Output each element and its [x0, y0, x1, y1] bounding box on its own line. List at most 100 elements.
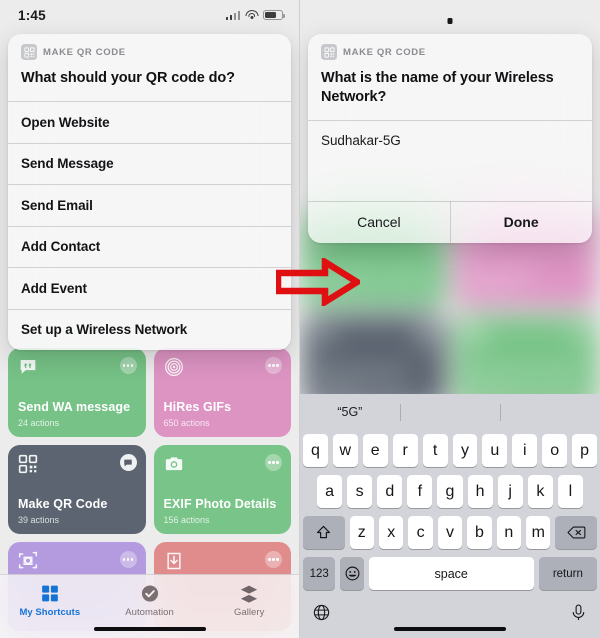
numbers-key[interactable]: 123	[303, 557, 336, 590]
tile-title: Send WA message	[18, 400, 131, 414]
key-o[interactable]: o	[542, 434, 568, 467]
tile-action-count: 24 actions	[18, 418, 60, 428]
tab-label: Gallery	[233, 607, 265, 618]
key-a[interactable]: a	[317, 475, 343, 508]
key-t[interactable]: t	[422, 434, 448, 467]
cancel-button[interactable]: Cancel	[308, 201, 450, 243]
tab-gallery[interactable]: Gallery	[199, 583, 299, 618]
tile-top-row	[18, 357, 137, 377]
key-y[interactable]: y	[452, 434, 478, 467]
dual-phone-screenshot: Send WA message 24 actions HiRes GIFs 650 a…	[0, 0, 600, 638]
keyboard-bottom-bar	[300, 598, 600, 638]
key-s[interactable]: s	[347, 475, 373, 508]
qr-code-icon	[313, 324, 334, 345]
space-key[interactable]: space	[368, 557, 534, 590]
more-dots-icon[interactable]	[265, 454, 282, 471]
grid-squares-icon	[39, 583, 61, 604]
action-sheet-header: MAKE QR CODE What should your QR code do…	[8, 34, 291, 101]
letter-keys-row-3: zxcvbnm	[349, 516, 551, 549]
shortcut-tile[interactable]: Make QR Code 39 actions	[8, 445, 146, 534]
action-option-add-event[interactable]: Add Event	[8, 268, 291, 309]
keyboard-row-1: qwertyuiop	[302, 434, 598, 467]
key-x[interactable]: x	[379, 516, 404, 549]
key-b[interactable]: b	[467, 516, 492, 549]
tile-top-row	[18, 551, 137, 571]
tile-action-count: 650 actions	[464, 286, 513, 298]
prediction-bar: “5G”	[300, 394, 600, 430]
shortcut-tile[interactable]: EXIF Photo Details 156 actions	[153, 445, 291, 534]
key-k[interactable]: k	[527, 475, 553, 508]
return-key[interactable]: return	[538, 557, 597, 590]
key-z[interactable]: z	[349, 516, 374, 549]
chat-badge-icon[interactable]	[119, 454, 137, 471]
microphone-icon[interactable]	[569, 603, 588, 627]
check-circle-icon	[139, 583, 161, 604]
network-name-input[interactable]: Sudhakar-5G	[308, 121, 592, 201]
qr-code-icon	[18, 454, 38, 474]
tab-automation[interactable]: Automation	[100, 583, 200, 618]
shift-key[interactable]	[303, 516, 345, 549]
camera-icon	[164, 454, 184, 474]
shortcut-tile[interactable]: HiRes GIFs 650 actions	[153, 348, 291, 437]
battery-icon	[263, 10, 285, 20]
tile-title: EXIF Photo Details	[163, 497, 277, 511]
keyboard-row-2: asdfghjkl	[303, 475, 597, 508]
tile-top-row	[164, 551, 282, 571]
more-dots-icon[interactable]	[119, 551, 137, 568]
app-name-label: MAKE QR CODE	[43, 46, 126, 58]
action-sheet-question: What should your QR code do?	[21, 70, 235, 86]
tab-my-shortcuts[interactable]: My Shortcuts	[0, 583, 100, 618]
key-j[interactable]: j	[497, 475, 523, 508]
app-name-label: MAKE QR CODE	[343, 46, 426, 58]
key-c[interactable]: c	[408, 516, 433, 549]
red-right-arrow-annotation	[276, 258, 360, 306]
action-option-send-message[interactable]: Send Message	[8, 143, 291, 184]
key-f[interactable]: f	[407, 475, 433, 508]
key-q[interactable]: q	[302, 434, 328, 467]
action-option-open-website[interactable]: Open Website	[8, 102, 291, 143]
action-option-send-email[interactable]: Send Email	[8, 185, 291, 226]
delete-key[interactable]	[555, 516, 597, 549]
cellular-signal-icon	[225, 10, 240, 20]
qr-code-icon	[21, 44, 37, 60]
download-icon	[164, 551, 184, 571]
globe-icon[interactable]	[312, 603, 331, 627]
key-r[interactable]: r	[392, 434, 418, 467]
key-u[interactable]: u	[482, 434, 508, 467]
more-dots-icon[interactable]	[265, 357, 282, 374]
done-button[interactable]: Done	[450, 201, 592, 243]
tile-top-row	[164, 357, 282, 377]
more-dots-icon[interactable]	[570, 324, 589, 342]
app-row: MAKE QR CODE	[21, 44, 278, 60]
key-d[interactable]: d	[377, 475, 403, 508]
key-h[interactable]: h	[467, 475, 493, 508]
status-bar: 1:45	[0, 0, 299, 30]
tab-label: Automation	[125, 607, 174, 618]
chat-badge-icon[interactable]	[418, 324, 437, 342]
more-dots-icon[interactable]	[119, 357, 137, 374]
tile-action-count: 650 actions	[163, 418, 210, 428]
status-icons	[225, 10, 285, 20]
key-w[interactable]: w	[332, 434, 358, 467]
tile-top-row	[164, 454, 282, 474]
key-g[interactable]: g	[437, 475, 463, 508]
key-m[interactable]: m	[526, 516, 551, 549]
action-option-set-up-a-wireless-network[interactable]: Set up a Wireless Network	[8, 309, 291, 350]
tile-action-count: 156 actions	[163, 515, 210, 525]
action-option-add-contact[interactable]: Add Contact	[8, 226, 291, 267]
key-l[interactable]: l	[557, 475, 583, 508]
tile-top-row	[313, 324, 437, 345]
tile-title: HiRes GIFs	[464, 268, 535, 283]
key-n[interactable]: n	[496, 516, 522, 549]
emoji-smiley-icon[interactable]	[340, 557, 364, 590]
home-indicator	[394, 626, 506, 631]
layers-icon	[238, 583, 260, 604]
key-v[interactable]: v	[437, 516, 463, 549]
key-e[interactable]: e	[362, 434, 388, 467]
left-phone-panel: Send WA message 24 actions HiRes GIFs 650 a…	[0, 0, 300, 638]
prediction-candidate[interactable]: “5G”	[300, 405, 400, 419]
key-i[interactable]: i	[512, 434, 538, 467]
shortcut-tile[interactable]: Send WA message 24 actions	[8, 348, 146, 437]
key-p[interactable]: p	[572, 434, 598, 467]
more-dots-icon[interactable]	[265, 551, 282, 568]
